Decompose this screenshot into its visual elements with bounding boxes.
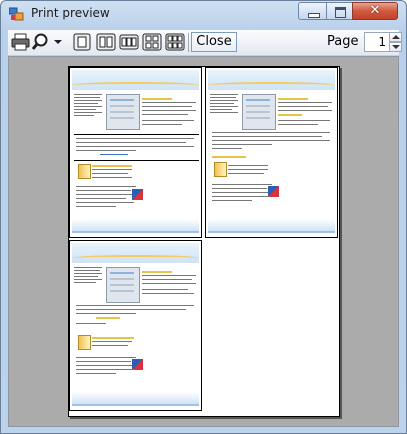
page-header-graphic bbox=[72, 70, 199, 90]
one-page-icon[interactable] bbox=[71, 32, 93, 52]
preview-area[interactable] bbox=[8, 56, 399, 427]
maximize-button[interactable] bbox=[326, 2, 353, 20]
close-icon: ✕ bbox=[369, 3, 381, 18]
minimize-button[interactable] bbox=[298, 2, 327, 20]
page-thumbnail-2[interactable] bbox=[205, 67, 338, 238]
arrow-up-icon bbox=[392, 35, 400, 39]
print-preview-app-icon bbox=[9, 7, 24, 21]
page-thumbnail-1[interactable] bbox=[69, 67, 202, 238]
page-screenshot-image bbox=[106, 94, 140, 130]
maximize-icon bbox=[335, 7, 346, 18]
close-button[interactable]: Close bbox=[191, 32, 237, 52]
arrow-down-icon bbox=[392, 45, 400, 49]
print-preview-window: Print preview ✕ Close Page 1 bbox=[0, 0, 407, 434]
minimize-icon bbox=[308, 13, 320, 18]
page-down-button[interactable] bbox=[389, 42, 402, 52]
printer-icon[interactable] bbox=[10, 32, 32, 52]
page-screenshot-image bbox=[106, 267, 140, 303]
magnifier-icon[interactable] bbox=[32, 32, 64, 52]
window-title: Print preview bbox=[31, 6, 110, 20]
three-pages-icon[interactable] bbox=[118, 32, 140, 52]
page-up-button[interactable] bbox=[389, 32, 402, 42]
page-header-graphic bbox=[72, 243, 199, 263]
page-footer-graphic bbox=[72, 392, 199, 406]
page-label: Page bbox=[327, 34, 359, 49]
four-pages-icon[interactable] bbox=[141, 32, 163, 52]
page-thumbnail-3[interactable] bbox=[69, 240, 202, 411]
title-bar[interactable]: Print preview ✕ bbox=[1, 1, 406, 27]
page-screenshot-image bbox=[242, 94, 276, 130]
six-pages-icon[interactable] bbox=[164, 32, 186, 52]
page-number-input[interactable]: 1 bbox=[364, 32, 390, 52]
two-pages-icon[interactable] bbox=[95, 32, 117, 52]
close-window-button[interactable]: ✕ bbox=[352, 2, 398, 20]
preview-sheet bbox=[68, 66, 340, 417]
page-footer-graphic bbox=[72, 219, 199, 233]
page-footer-graphic bbox=[208, 219, 335, 233]
toolbar-separator bbox=[188, 33, 189, 52]
preview-toolbar: Close Page 1 bbox=[8, 30, 402, 56]
page-header-graphic bbox=[208, 70, 335, 90]
